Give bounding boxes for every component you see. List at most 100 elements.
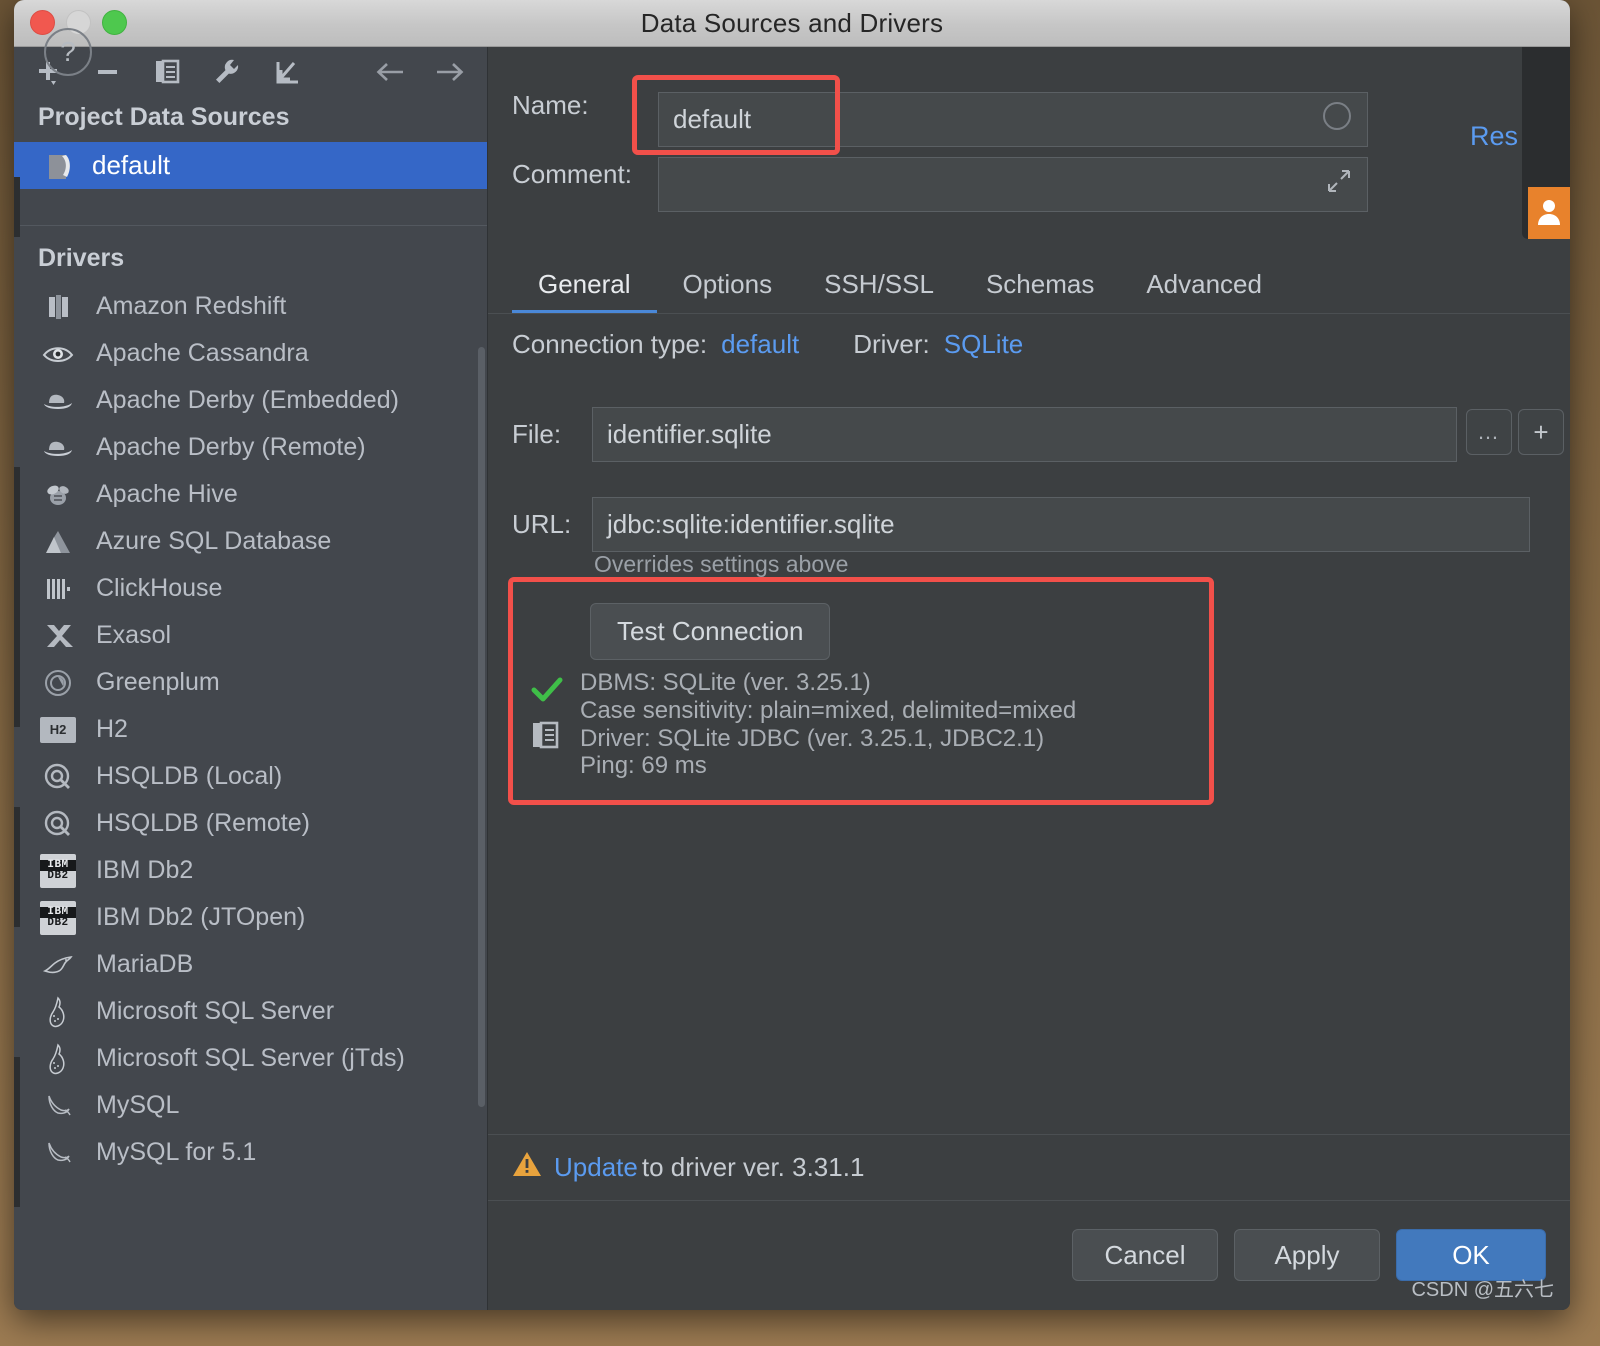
sidebar-item-default[interactable]: default	[14, 142, 487, 189]
name-input-value: default	[673, 104, 752, 134]
driver-label: IBM Db2	[96, 856, 194, 884]
cassandra-eye-icon	[40, 336, 76, 372]
driver-item-ibm-db2[interactable]: IBM DB2 IBM Db2	[14, 847, 487, 894]
close-button[interactable]	[30, 10, 55, 35]
driver-item-exasol[interactable]: Exasol	[14, 612, 487, 659]
expand-icon[interactable]	[1325, 167, 1353, 202]
driver-item-mysql-for-51[interactable]: MySQL for 5.1	[14, 1129, 487, 1176]
driver-item-hsqldb-remote[interactable]: HSQLDB (Remote)	[14, 800, 487, 847]
url-hint: Overrides settings above	[594, 551, 849, 577]
connection-type-value[interactable]: default	[721, 329, 799, 360]
driver-update-bar: Update to driver ver. 3.31.1	[488, 1134, 1570, 1200]
driver-item-amazon-redshift[interactable]: Amazon Redshift	[14, 283, 487, 330]
drivers-title: Drivers	[38, 244, 125, 272]
driver-item-apache-cassandra[interactable]: Apache Cassandra	[14, 330, 487, 377]
tab-schemas[interactable]: Schemas	[960, 269, 1120, 314]
background-window-edge	[14, 1057, 20, 1207]
driver-item-microsoft-sql-server-jtds[interactable]: Microsoft SQL Server (jTds)	[14, 1035, 487, 1082]
name-field-circle-icon	[1321, 100, 1353, 139]
tab-options[interactable]: Options	[657, 269, 799, 314]
tab-general[interactable]: General	[512, 269, 657, 314]
h2-icon: H2	[40, 712, 76, 748]
copy-result-icon[interactable]	[530, 719, 562, 756]
plus-icon: +	[1533, 416, 1549, 447]
driver-item-mysql[interactable]: MySQL	[14, 1082, 487, 1129]
driver-label: H2	[96, 715, 128, 743]
reset-link[interactable]: Res	[1470, 121, 1518, 152]
driver-item-h2[interactable]: H2 H2	[14, 706, 487, 753]
driver-value[interactable]: SQLite	[944, 329, 1024, 360]
import-data-source-button[interactable]	[270, 55, 304, 89]
sidebar-scrollbar[interactable]	[478, 347, 485, 1107]
sidebar-item-label: default	[92, 150, 171, 180]
comment-input[interactable]	[658, 157, 1368, 212]
mssql-icon	[40, 1041, 76, 1077]
test-connection-button[interactable]: Test Connection	[590, 603, 831, 660]
driver-item-greenplum[interactable]: Greenplum	[14, 659, 487, 706]
remove-data-source-button[interactable]	[90, 55, 124, 89]
update-driver-link[interactable]: Update	[554, 1152, 638, 1183]
tab-ssh-ssl[interactable]: SSH/SSL	[798, 269, 960, 314]
derby-hat-icon	[40, 383, 76, 419]
driver-item-mariadb[interactable]: MariaDB	[14, 941, 487, 988]
redshift-icon	[40, 289, 76, 325]
main-panel: Name: default Comment: Res General Optio…	[488, 47, 1570, 1310]
driver-item-microsoft-sql-server[interactable]: Microsoft SQL Server	[14, 988, 487, 1035]
navigate-forward-button[interactable]	[433, 55, 467, 89]
zoom-button[interactable]	[102, 10, 127, 35]
ibm-db2-icon: IBM DB2	[40, 900, 76, 936]
main-scroll-area: Name: default Comment: Res General Optio…	[488, 47, 1570, 1134]
driver-label: Exasol	[96, 621, 172, 649]
hsqldb-icon	[40, 759, 76, 795]
driver-label: MariaDB	[96, 950, 194, 978]
name-label: Name:	[512, 90, 589, 120]
file-input[interactable]: identifier.sqlite	[592, 407, 1457, 462]
tab-advanced[interactable]: Advanced	[1120, 269, 1288, 314]
comment-label: Comment:	[512, 159, 632, 189]
background-window-edge	[14, 177, 20, 237]
driver-label: Amazon Redshift	[96, 292, 287, 320]
driver-item-apache-derby-remote[interactable]: Apache Derby (Remote)	[14, 424, 487, 471]
navigate-back-button[interactable]	[373, 55, 407, 89]
mysql-dolphin-icon	[40, 1135, 76, 1171]
hsqldb-icon	[40, 806, 76, 842]
file-add-button[interactable]: +	[1518, 409, 1564, 455]
cancel-button[interactable]: Cancel	[1072, 1229, 1218, 1281]
driver-label: Greenplum	[96, 668, 220, 696]
url-input[interactable]: jdbc:sqlite:identifier.sqlite	[592, 497, 1530, 552]
driver-item-clickhouse[interactable]: ClickHouse	[14, 565, 487, 612]
driver-label: Microsoft SQL Server (jTds)	[96, 1044, 405, 1072]
dialog-footer: Cancel Apply OK CSDN @五六七	[488, 1200, 1570, 1310]
hive-bee-icon	[40, 477, 76, 513]
right-dock-strip	[1522, 47, 1570, 239]
project-data-sources-title: Project Data Sources	[38, 103, 290, 131]
ibm-db2-icon: IBM DB2	[40, 853, 76, 889]
driver-item-ibm-db2-jtopen[interactable]: IBM DB2 IBM Db2 (JTOpen)	[14, 894, 487, 941]
name-input[interactable]: default	[658, 92, 1368, 147]
driver-item-apache-derby-embedded[interactable]: Apache Derby (Embedded)	[14, 377, 487, 424]
driver-label: Microsoft SQL Server	[96, 997, 335, 1025]
duplicate-data-source-button[interactable]	[150, 55, 184, 89]
driver-label: Apache Derby (Embedded)	[96, 386, 399, 414]
connection-success-icon	[530, 675, 564, 710]
warning-triangle-icon	[512, 1150, 542, 1185]
driver-label: Driver:	[853, 329, 930, 359]
mariadb-seal-icon	[40, 947, 76, 983]
wrench-icon[interactable]	[210, 55, 244, 89]
background-window-edge	[14, 467, 20, 727]
driver-label: Apache Hive	[96, 480, 238, 508]
file-browse-button[interactable]: …	[1466, 409, 1512, 455]
driver-item-azure-sql-database[interactable]: Azure SQL Database	[14, 518, 487, 565]
apply-button[interactable]: Apply	[1234, 1229, 1380, 1281]
driver-item-apache-hive[interactable]: Apache Hive	[14, 471, 487, 518]
ellipsis-icon: …	[1477, 419, 1501, 444]
driver-label: MySQL for 5.1	[96, 1138, 257, 1166]
dialog-body: Project Data Sources default Drivers Ama…	[14, 47, 1570, 1310]
driver-label: Apache Derby (Remote)	[96, 433, 366, 461]
help-button[interactable]: ?	[44, 28, 92, 76]
connection-type-label: Connection type:	[512, 329, 708, 359]
data-sources-dialog: Data Sources and Drivers Project Data So…	[14, 0, 1570, 1310]
driver-item-hsqldb-local[interactable]: HSQLDB (Local)	[14, 753, 487, 800]
user-avatar-icon[interactable]	[1528, 187, 1570, 239]
sidebar: Project Data Sources default Drivers Ama…	[14, 47, 488, 1310]
